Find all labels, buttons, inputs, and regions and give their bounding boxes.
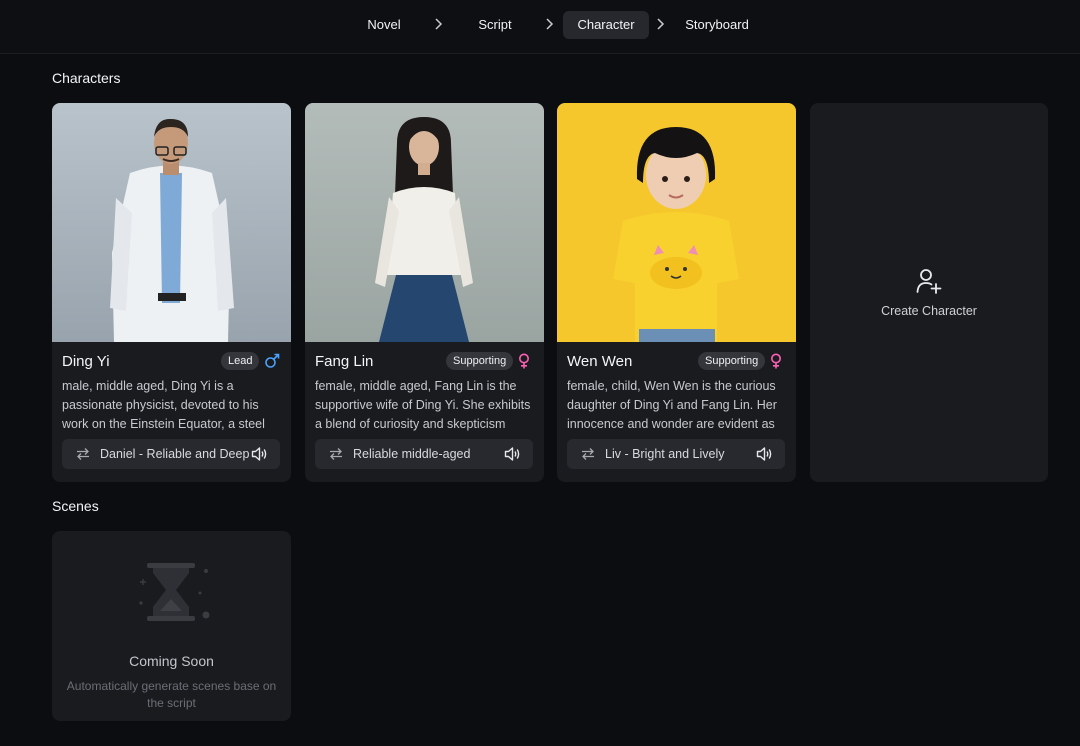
- character-portrait: [52, 103, 291, 342]
- character-portrait: [557, 103, 796, 342]
- coming-soon-title: Coming Soon: [129, 653, 214, 669]
- character-description: female, child, Wen Wen is the curious da…: [567, 379, 777, 431]
- voice-label: Liv - Bright and Lively: [605, 447, 725, 461]
- swap-icon[interactable]: [581, 447, 595, 461]
- character-name: Wen Wen: [567, 353, 633, 370]
- characters-section-title: Characters: [52, 70, 121, 86]
- female-icon: [516, 353, 532, 369]
- character-card[interactable]: Fang Lin Supporting female, middle aged,…: [305, 103, 544, 482]
- chevron-right-icon: [432, 16, 446, 32]
- character-portrait: [305, 103, 544, 342]
- character-name: Fang Lin: [315, 353, 374, 370]
- coming-soon-card: Coming Soon Automatically generate scene…: [52, 531, 291, 721]
- step-novel[interactable]: Novel: [352, 11, 416, 39]
- voice-selector[interactable]: Daniel - Reliable and Deep: [62, 439, 280, 469]
- role-badge: Supporting: [446, 352, 514, 370]
- character-name: Ding Yi: [62, 353, 110, 370]
- speaker-icon[interactable]: [504, 446, 521, 462]
- voice-selector[interactable]: Reliable middle-aged: [315, 439, 533, 469]
- role-badge: Lead: [221, 352, 260, 370]
- coming-soon-subtitle: Automatically generate scenes base on th…: [66, 679, 277, 710]
- character-card[interactable]: Wen Wen Supporting female, child, Wen We…: [557, 103, 796, 482]
- character-card[interactable]: Ding Yi Lead male, middle aged, Ding Yi …: [52, 103, 291, 482]
- voice-selector[interactable]: Liv - Bright and Lively: [567, 439, 785, 469]
- speaker-icon[interactable]: [756, 446, 773, 462]
- create-character-label: Create Character: [881, 304, 977, 318]
- chevron-right-icon: [654, 16, 668, 32]
- scenes-section-title: Scenes: [52, 498, 99, 514]
- voice-label: Daniel - Reliable and Deep: [100, 447, 250, 461]
- male-icon: [264, 353, 280, 369]
- character-description: female, middle aged, Fang Lin is the sup…: [315, 379, 531, 431]
- step-navigation: Novel Script Character Storyboard: [0, 0, 1080, 54]
- voice-label: Reliable middle-aged: [353, 447, 471, 461]
- hourglass-icon: [136, 559, 212, 629]
- step-character[interactable]: Character: [563, 11, 649, 39]
- character-description: male, middle aged, Ding Yi is a passiona…: [62, 379, 265, 431]
- create-character-button[interactable]: Create Character: [810, 103, 1048, 482]
- step-script[interactable]: Script: [462, 11, 528, 39]
- chevron-right-icon: [543, 16, 557, 32]
- add-user-icon: [915, 267, 943, 295]
- swap-icon[interactable]: [76, 447, 90, 461]
- swap-icon[interactable]: [329, 447, 343, 461]
- speaker-icon[interactable]: [251, 446, 268, 462]
- female-icon: [768, 353, 784, 369]
- role-badge: Supporting: [698, 352, 766, 370]
- step-storyboard[interactable]: Storyboard: [676, 11, 758, 39]
